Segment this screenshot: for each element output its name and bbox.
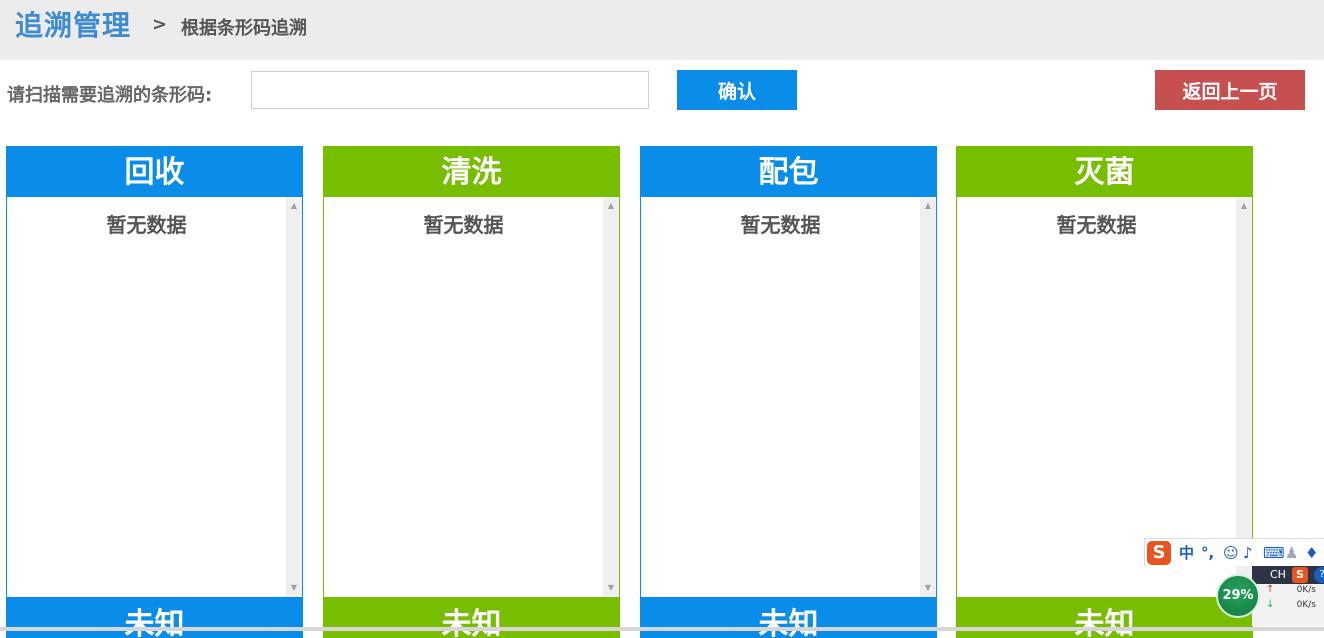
download-speed: 0K/s (1296, 600, 1316, 610)
panel-row2-header-2: 未知 (323, 598, 620, 638)
empty-text: 暂无数据 (740, 213, 821, 237)
scrollbar[interactable]: ▲ ▼ (286, 197, 302, 597)
lang-indicator[interactable]: CH (1270, 567, 1286, 583)
panel-body: 暂无数据 (7, 197, 286, 597)
system-tray: CH S ? (1252, 566, 1324, 626)
scrollbar[interactable]: ▲ ▼ (1236, 197, 1252, 597)
page-title: 追溯管理 (15, 9, 132, 42)
help-icon[interactable]: ? (1314, 567, 1324, 583)
empty-text: 暂无数据 (1056, 213, 1137, 237)
empty-text: 暂无数据 (106, 213, 187, 237)
user-icon[interactable]: ♟ (1285, 542, 1298, 564)
ime-toolbar[interactable]: S 中 °, ☺ ♪ ⌨ ♟ ♦ (1144, 538, 1324, 566)
panel-title: 清洗 (323, 146, 620, 197)
scroll-up-icon[interactable]: ▲ (920, 199, 936, 213)
panel-body: 暂无数据 (324, 197, 603, 597)
panel-row2-header-1: 未知 (6, 598, 303, 638)
tray-sogou-icon[interactable]: S (1292, 567, 1308, 583)
panel-recycle: 回收 暂无数据 ▲ ▼ (6, 146, 303, 598)
ime-mode-toggle[interactable]: 中 (1179, 542, 1194, 564)
scroll-down-icon[interactable]: ▼ (286, 581, 302, 595)
empty-text: 暂无数据 (423, 213, 504, 237)
breadcrumb-current: 根据条形码追溯 (181, 18, 307, 39)
taskbar-edge (0, 627, 1324, 631)
breadcrumb-separator: > (152, 14, 168, 35)
tray-bar: CH S ? (1252, 566, 1324, 584)
sogou-logo-icon[interactable]: S (1147, 541, 1171, 565)
barcode-input[interactable] (251, 71, 649, 109)
panel-wash: 清洗 暂无数据 ▲ ▼ (323, 146, 620, 598)
cpu-usage-badge[interactable]: 29% (1216, 574, 1260, 618)
panel-title: 配包 (640, 146, 937, 197)
mic-icon[interactable]: ♪ (1243, 542, 1253, 564)
page-header: 追溯管理 > 根据条形码追溯 (0, 0, 1324, 60)
back-button[interactable]: 返回上一页 (1155, 70, 1305, 110)
scroll-up-icon[interactable]: ▲ (1236, 199, 1252, 213)
panel-row2-header-4: 未知 (956, 598, 1253, 638)
scroll-up-icon[interactable]: ▲ (603, 199, 619, 213)
panel-sterilize: 灭菌 暂无数据 ▲ ▼ (956, 146, 1253, 598)
panel-body: 暂无数据 (957, 197, 1236, 597)
scroll-down-icon[interactable]: ▼ (920, 581, 936, 595)
confirm-button[interactable]: 确认 (677, 70, 797, 110)
keyboard-icon[interactable]: ⌨ (1263, 542, 1285, 564)
scrollbar[interactable]: ▲ ▼ (920, 197, 936, 597)
smile-icon[interactable]: ☺ (1223, 542, 1239, 564)
shirt-icon[interactable]: ♦ (1305, 542, 1318, 564)
panel-title: 回收 (6, 146, 303, 197)
panel-pack: 配包 暂无数据 ▲ ▼ (640, 146, 937, 598)
upload-speed: 0K/s (1296, 585, 1316, 595)
scan-label: 请扫描需要追溯的条形码: (7, 85, 213, 106)
panel-row2-header-3: 未知 (640, 598, 937, 638)
scrollbar[interactable]: ▲ ▼ (603, 197, 619, 597)
panel-title: 灭菌 (956, 146, 1253, 197)
scroll-up-icon[interactable]: ▲ (286, 199, 302, 213)
ime-punct-toggle[interactable]: °, (1201, 542, 1214, 564)
panel-body: 暂无数据 (641, 197, 920, 597)
scroll-down-icon[interactable]: ▼ (603, 581, 619, 595)
